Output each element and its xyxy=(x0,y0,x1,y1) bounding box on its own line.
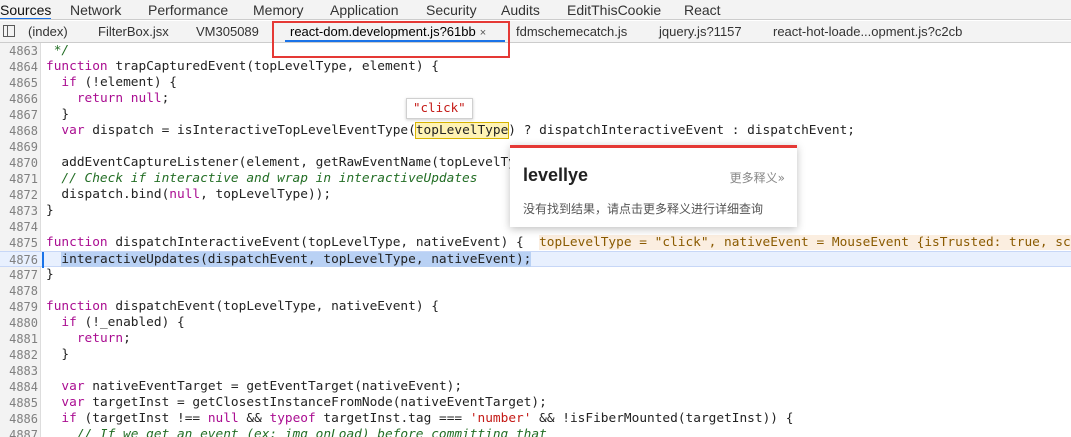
line-number[interactable]: 4864 xyxy=(0,59,38,75)
code-line: 4887 // If we get an event (ex: img onLo… xyxy=(0,427,1071,437)
line-number[interactable]: 4868 xyxy=(0,123,38,139)
hover-value-popup: "click" xyxy=(406,98,473,119)
code-text: var targetInst = getClosestInstanceFromN… xyxy=(61,395,547,410)
line-number[interactable]: 4884 xyxy=(0,379,38,395)
code-text: } xyxy=(46,203,54,218)
code-text: if (!element) { xyxy=(61,75,178,90)
line-number[interactable]: 4871 xyxy=(0,171,38,187)
code-line: 4867 } xyxy=(0,107,1071,123)
panel-tab-memory[interactable]: Memory xyxy=(253,2,304,18)
dictionary-message: 没有找到结果，请点击更多释义进行详细查询 xyxy=(523,202,764,216)
code-text: function trapCapturedEvent(topLevelType,… xyxy=(46,59,439,74)
code-line: 4866 return null; xyxy=(0,91,1071,107)
close-icon[interactable]: × xyxy=(480,27,486,39)
code-comment: // Check if interactive and wrap in inte… xyxy=(46,171,478,186)
line-number[interactable]: 4881 xyxy=(0,331,38,347)
code-line: 4882 } xyxy=(0,347,1071,363)
execution-marker xyxy=(42,252,44,268)
active-tab-indicator xyxy=(285,40,505,42)
code-text: return null; xyxy=(76,91,170,106)
file-tab-react-dom-label: react-dom.development.js?61bb xyxy=(290,24,476,39)
panel-tab-sources[interactable]: Sources xyxy=(0,2,52,19)
dictionary-word: levellye xyxy=(523,165,589,185)
file-tab-react-dom[interactable]: react-dom.development.js?61bb × xyxy=(290,24,486,39)
code-text: */ xyxy=(46,43,70,58)
line-number[interactable]: 4880 xyxy=(0,315,38,331)
code-text: } xyxy=(46,267,54,282)
code-line: 4878 xyxy=(0,283,1071,299)
line-number[interactable]: 4872 xyxy=(0,187,38,203)
code-line: 4880 if (!_enabled) { xyxy=(0,315,1071,331)
code-text: var nativeEventTarget = getEventTarget(n… xyxy=(61,379,463,394)
file-tab-index[interactable]: (index) xyxy=(28,24,68,39)
code-line: 4864 function trapCapturedEvent(topLevelT… xyxy=(0,59,1071,75)
code-text: interactiveUpdates(dispatchEvent, topLev… xyxy=(61,252,532,267)
code-text: return; xyxy=(76,331,131,346)
more-definitions-link[interactable]: 更多释义» xyxy=(730,169,785,186)
panel-tab-editthiscookie[interactable]: EditThisCookie xyxy=(567,2,661,18)
code-editor[interactable]: 4863 */ 4864 function trapCapturedEvent(t… xyxy=(0,43,1071,437)
code-line: 4863 */ xyxy=(0,43,1071,59)
inline-value-hint: topLevelType = "click", nativeEvent = Mo… xyxy=(539,235,1071,250)
code-line: 4875 function dispatchInteractiveEvent(to… xyxy=(0,235,1071,251)
hovered-identifier[interactable]: topLevelType xyxy=(414,122,510,139)
line-number[interactable]: 4879 xyxy=(0,299,38,315)
file-tab-jquery[interactable]: jquery.js?1157 xyxy=(659,24,742,39)
code-line: 4885 var targetInst = getClosestInstance… xyxy=(0,395,1071,411)
code-text: if (targetInst !== null && typeof target… xyxy=(61,411,794,426)
code-line: 4868 var dispatch = isInteractiveTopLeve… xyxy=(0,122,1071,139)
code-line: 4879 function dispatchEvent(topLevelType,… xyxy=(0,299,1071,315)
file-tabs: (index) FilterBox.jsx VM305089 react-dom… xyxy=(0,21,1071,43)
line-number[interactable]: 4882 xyxy=(0,347,38,363)
code-text: } xyxy=(46,347,70,362)
code-line: 4886 if (targetInst !== null && typeof t… xyxy=(0,411,1071,427)
panel-tab-application[interactable]: Application xyxy=(330,2,399,18)
line-number[interactable]: 4869 xyxy=(0,139,38,155)
line-number[interactable]: 4887 xyxy=(0,427,38,437)
line-number[interactable]: 4874 xyxy=(0,219,38,235)
panel-tab-network[interactable]: Network xyxy=(70,2,121,18)
line-number[interactable]: 4886 xyxy=(0,411,38,427)
code-text: dispatch.bind(null, topLevelType)); xyxy=(46,187,332,202)
code-line: 4877} xyxy=(0,267,1071,283)
line-number[interactable]: 4883 xyxy=(0,363,38,379)
code-text: function dispatchEvent(topLevelType, nat… xyxy=(46,299,439,314)
code-text: } xyxy=(46,107,70,122)
line-number[interactable]: 4866 xyxy=(0,91,38,107)
panel-tab-audits[interactable]: Audits xyxy=(501,2,540,18)
panel-tab-security[interactable]: Security xyxy=(426,2,477,18)
toggle-navigator-icon[interactable] xyxy=(3,25,15,37)
code-line: 4865 if (!element) { xyxy=(0,75,1071,91)
code-line: 4883 xyxy=(0,363,1071,379)
line-number[interactable]: 4865 xyxy=(0,75,38,91)
code-line: 4881 return; xyxy=(0,331,1071,347)
file-tab-vm305089[interactable]: VM305089 xyxy=(196,24,259,39)
code-line: 4884 var nativeEventTarget = getEventTar… xyxy=(0,379,1071,395)
code-text: function dispatchInteractiveEvent(topLev… xyxy=(46,235,1071,251)
line-number[interactable]: 4870 xyxy=(0,155,38,171)
file-tab-filterbox[interactable]: FilterBox.jsx xyxy=(98,24,169,39)
panel-tab-react[interactable]: React xyxy=(684,2,721,18)
code-comment: // If we get an event (ex: img onLoad) b… xyxy=(46,427,547,437)
file-tab-react-hot-loader[interactable]: react-hot-loade...opment.js?c2cb xyxy=(773,24,962,39)
line-number[interactable]: 4885 xyxy=(0,395,38,411)
dictionary-popup: levellye 更多释义» 没有找到结果，请点击更多释义进行详细查询 xyxy=(510,145,797,227)
devtools-panel-tabs: Sources Network Performance Memory Appli… xyxy=(0,0,1071,20)
file-tab-fdmschemecatch[interactable]: fdmschemecatch.js xyxy=(516,24,627,39)
line-number[interactable]: 4878 xyxy=(0,283,38,299)
line-number[interactable]: 4875 xyxy=(0,235,38,251)
paused-line: 4876 interactiveUpdates(dispatchEvent, t… xyxy=(0,251,1071,268)
line-number[interactable]: 4867 xyxy=(0,107,38,123)
line-number[interactable]: 4863 xyxy=(0,43,38,59)
code-text: if (!_enabled) { xyxy=(61,315,185,330)
line-number[interactable]: 4877 xyxy=(0,267,38,283)
line-number[interactable]: 4873 xyxy=(0,203,38,219)
code-text: addEventCaptureListener(element, getRawE… xyxy=(46,155,516,170)
code-text: var dispatch = isInteractiveTopLevelEven… xyxy=(61,122,855,139)
panel-tab-performance[interactable]: Performance xyxy=(148,2,228,18)
line-number[interactable]: 4876 xyxy=(0,252,38,268)
